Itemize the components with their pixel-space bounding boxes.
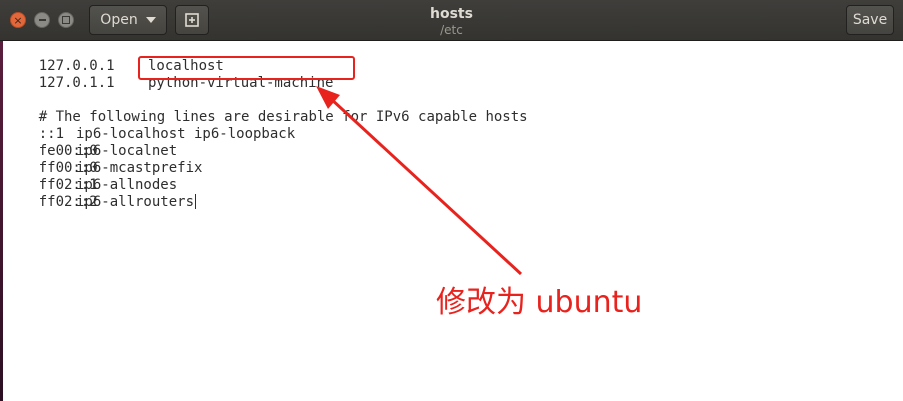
close-icon: × xyxy=(13,13,23,27)
maximize-icon xyxy=(62,16,70,24)
annotation-note: 修改为 ubuntu xyxy=(436,285,643,320)
window-title-area: hosts /etc xyxy=(300,6,603,37)
chevron-down-icon xyxy=(145,17,156,23)
text-cursor xyxy=(195,194,197,209)
open-button-label: Open xyxy=(100,12,138,28)
hostname: ip6-allrouters xyxy=(76,194,197,211)
annotation-highlight-box xyxy=(138,56,355,80)
header-bar: × Open hosts /etc Save xyxy=(0,0,903,41)
window-subtitle: /etc xyxy=(440,23,463,37)
text-editor[interactable]: 127.0.0.1 localhost 127.0.1.1 python-virtu… xyxy=(5,41,895,401)
close-window-button[interactable]: × xyxy=(10,12,26,28)
editor-line: 127.0.0.1 localhost xyxy=(5,41,224,74)
editor-line: ::1 ip6-localhost ip6-loopback xyxy=(5,109,295,142)
save-button-label: Save xyxy=(852,12,888,28)
hostname: ip6-localhost ip6-loopback xyxy=(76,126,296,142)
editor-comment-line: # The following lines are desirable for … xyxy=(5,92,528,125)
editor-line: ff02::1 ip6-allnodes xyxy=(5,160,177,193)
desktop-background-strip xyxy=(0,41,3,401)
editor-line: ff00::0 ip6-mcastprefix xyxy=(5,143,203,176)
window-title: hosts xyxy=(430,6,473,22)
hostname-text: ip6-allrouters xyxy=(76,194,195,210)
new-document-icon xyxy=(185,13,199,27)
ip-address: 127.0.1.1 xyxy=(38,75,115,91)
new-document-button[interactable] xyxy=(175,5,209,35)
open-button[interactable]: Open xyxy=(89,5,167,35)
save-button[interactable]: Save xyxy=(846,5,894,35)
editor-line: fe00::0 ip6-localnet xyxy=(5,126,177,159)
minimize-window-button[interactable] xyxy=(34,12,50,28)
minimize-icon xyxy=(38,19,46,21)
comment-text: # The following lines are desirable for … xyxy=(38,109,528,125)
editor-line: ff02::2 ip6-allrouters xyxy=(5,177,197,210)
editor-line: 127.0.1.1 python-virtual-machine xyxy=(5,58,334,91)
maximize-window-button[interactable] xyxy=(58,12,74,28)
editor-line-empty xyxy=(5,75,39,92)
